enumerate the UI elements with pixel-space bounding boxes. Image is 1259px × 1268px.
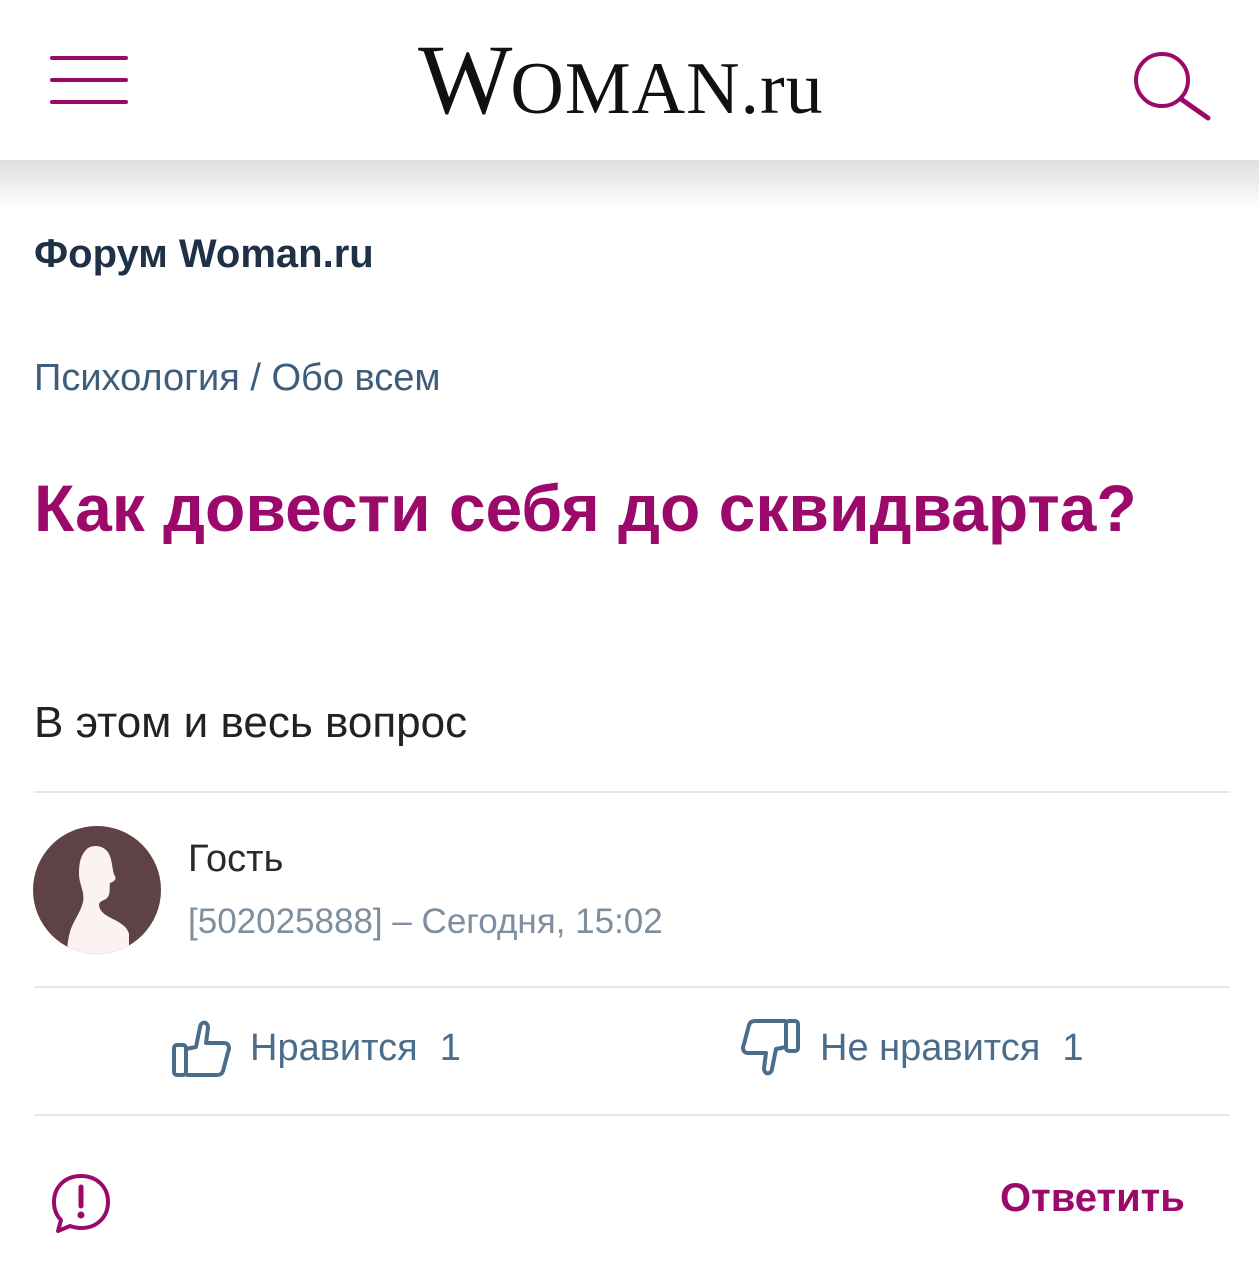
divider — [34, 791, 1230, 793]
user-silhouette-icon — [67, 846, 129, 954]
reply-button[interactable]: Ответить — [1000, 1176, 1185, 1221]
breadcrumb-separator: / — [239, 357, 272, 399]
menu-line — [50, 56, 128, 60]
hamburger-menu-icon[interactable] — [50, 52, 130, 108]
avatar[interactable] — [33, 826, 161, 954]
forum-title[interactable]: Форум Woman.ru — [34, 232, 374, 277]
author-meta: [502025888] – Сегодня, 15:02 — [188, 902, 663, 941]
thumbs-down-icon — [741, 1019, 800, 1076]
top-bar-shadow — [0, 160, 1259, 210]
like-count: 1 — [439, 1026, 461, 1069]
report-icon[interactable] — [50, 1172, 112, 1234]
author-name[interactable]: Гость — [188, 838, 283, 881]
breadcrumb-category[interactable]: Психология — [34, 357, 240, 399]
menu-line — [50, 100, 128, 104]
logo-suffix: .ru — [740, 48, 824, 130]
logo-initial: W — [418, 24, 512, 135]
dislike-button[interactable]: Не нравится 1 — [740, 1015, 1084, 1081]
thumbs-up-icon — [172, 1020, 231, 1077]
topic-title: Как довести себя до сквидварта? — [34, 471, 1137, 545]
breadcrumb-subcategory[interactable]: Обо всем — [272, 357, 441, 399]
search-icon[interactable] — [1128, 48, 1218, 128]
top-bar: W OMAN .ru — [0, 0, 1259, 160]
breadcrumb: Психология / Обо всем — [34, 357, 441, 400]
logo-rest: OMAN — [510, 48, 741, 130]
site-logo[interactable]: W OMAN .ru — [418, 22, 824, 135]
dislike-count: 1 — [1062, 1026, 1084, 1069]
topic-body: В этом и весь вопрос — [34, 698, 468, 747]
like-button[interactable]: Нравится 1 — [170, 1015, 461, 1081]
menu-line — [50, 78, 128, 82]
divider — [34, 986, 1230, 988]
like-label: Нравится — [250, 1026, 418, 1069]
divider — [34, 1114, 1230, 1116]
dislike-label: Не нравится — [820, 1026, 1041, 1069]
